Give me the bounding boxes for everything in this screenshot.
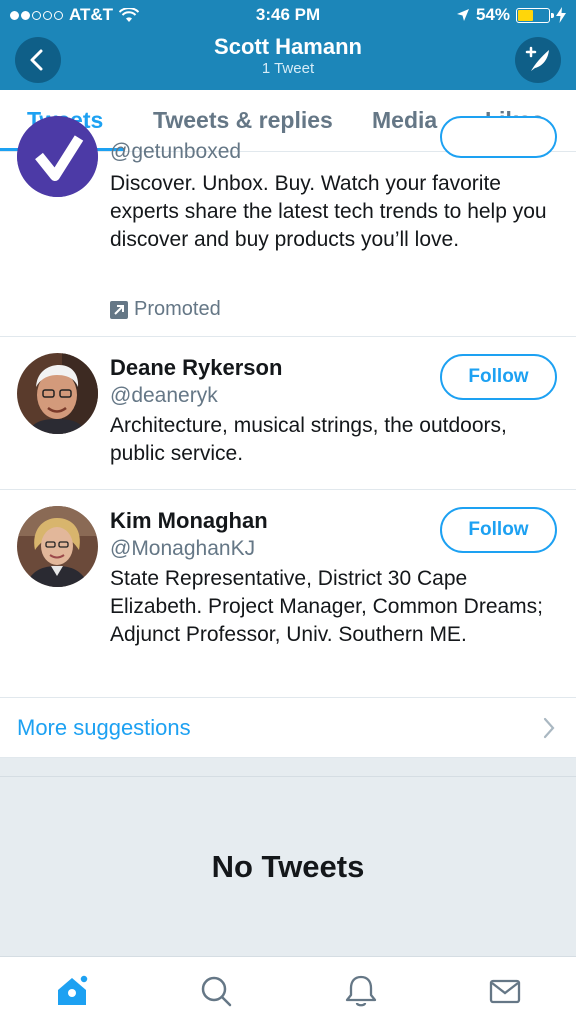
play-logo-icon	[17, 116, 98, 197]
search-icon[interactable]	[198, 973, 234, 1009]
avatar[interactable]	[17, 353, 98, 434]
suggestion-card-promoted[interactable]: @getunboxed Discover. Unbox. Buy. Watch …	[0, 116, 576, 337]
home-icon[interactable]	[54, 973, 90, 1009]
more-suggestions-row[interactable]: More suggestions	[0, 698, 576, 758]
empty-state-area: No Tweets	[0, 758, 576, 956]
tab-media[interactable]: Media	[372, 107, 437, 134]
profile-name: Scott Hamann	[214, 34, 362, 59]
follow-button[interactable]	[440, 116, 557, 158]
suggestion-bio: Architecture, musical strings, the outdo…	[110, 414, 507, 465]
follow-button[interactable]: Follow	[440, 354, 557, 400]
status-right: 54%	[456, 5, 566, 25]
status-bar: AT&T 3:46 PM 54%	[0, 0, 576, 30]
location-icon	[456, 9, 469, 21]
bottom-nav	[0, 956, 576, 1024]
top-bar: AT&T 3:46 PM 54% Scott Hamann 1 Tweet	[0, 0, 576, 90]
notifications-icon[interactable]	[343, 973, 379, 1009]
profile-photo	[17, 506, 98, 587]
empty-state-title: No Tweets	[211, 849, 365, 884]
charging-icon	[556, 7, 566, 23]
messages-icon[interactable]	[487, 973, 523, 1009]
promoted-badge: Promoted	[110, 298, 221, 321]
battery-icon	[516, 7, 554, 23]
empty-state-panel: No Tweets	[0, 776, 576, 956]
compose-feather-icon	[525, 46, 549, 71]
suggestion-handle: @MonaghanKJ	[110, 537, 256, 560]
promoted-icon	[110, 300, 128, 319]
compose-tweet-button[interactable]	[515, 37, 561, 83]
tab-tweets-and-replies[interactable]: Tweets & replies	[153, 107, 333, 134]
suggestion-name: Kim Monaghan	[110, 508, 268, 533]
battery-fill	[518, 9, 533, 21]
suggestion-bio: State Representative, District 30 Cape E…	[110, 567, 544, 646]
follow-button[interactable]: Follow	[440, 507, 557, 553]
suggestion-handle: @deaneryk	[110, 384, 218, 407]
suggestion-handle: @getunboxed	[110, 140, 242, 163]
more-suggestions-link[interactable]: More suggestions	[17, 715, 191, 741]
profile-photo	[17, 353, 98, 434]
getunboxed-avatar[interactable]	[17, 116, 98, 197]
avatar[interactable]	[17, 506, 98, 587]
promoted-label: Promoted	[134, 298, 221, 320]
suggestion-card[interactable]: Deane Rykerson @deaneryk Follow Architec…	[0, 337, 576, 490]
suggestion-bio: Discover. Unbox. Buy. Watch your favorit…	[110, 172, 547, 251]
chevron-right-icon	[543, 717, 555, 739]
tweet-count: 1 Tweet	[261, 60, 315, 77]
battery-percent: 54%	[475, 5, 510, 24]
suggestion-card[interactable]: Kim Monaghan @MonaghanKJ Follow State Re…	[0, 490, 576, 698]
suggestion-name: Deane Rykerson	[110, 355, 283, 380]
